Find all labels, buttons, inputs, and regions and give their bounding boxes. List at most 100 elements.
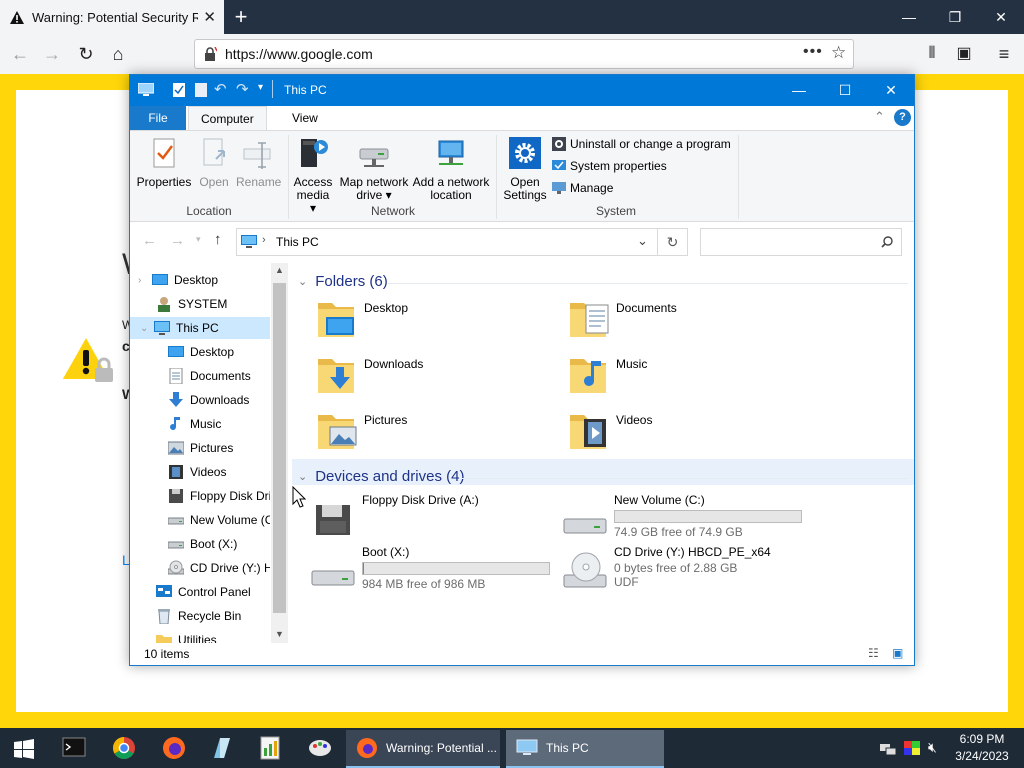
- close-button[interactable]: ✕: [868, 75, 914, 105]
- recent-locations-icon[interactable]: ▾: [196, 234, 201, 245]
- taskbar-firefox-button[interactable]: Warning: Potential ...: [346, 730, 500, 768]
- tab-computer[interactable]: Computer: [188, 106, 267, 131]
- firefox-icon[interactable]: [154, 732, 194, 764]
- explorer-titlebar[interactable]: ↶ ↷ ▾ This PC — ☐ ✕: [130, 75, 914, 106]
- nav-scroll-thumb[interactable]: [273, 283, 286, 613]
- collapse-chevron-icon[interactable]: ⌄: [298, 470, 307, 483]
- nav-item[interactable]: Boot (X:): [130, 533, 270, 555]
- color-tray-icon[interactable]: [904, 741, 920, 755]
- scroll-down-icon[interactable]: ▼: [275, 629, 284, 639]
- tab-view[interactable]: View: [280, 106, 330, 130]
- minimize-button[interactable]: —: [776, 75, 822, 105]
- folders-group-header[interactable]: ⌄ Folders (6): [298, 273, 388, 290]
- drive-item[interactable]: Floppy Disk Drive (A:): [310, 493, 479, 539]
- new-tab-button[interactable]: +: [230, 3, 252, 31]
- details-view-icon[interactable]: ☷: [868, 646, 879, 660]
- drive-item[interactable]: CD Drive (Y:) HBCD_PE_x64 0 bytes free of…: [562, 545, 771, 591]
- nav-item[interactable]: Utilities: [130, 629, 270, 643]
- large-icons-view-icon[interactable]: ▣: [892, 646, 903, 660]
- nav-item[interactable]: Videos: [130, 461, 270, 483]
- forward-icon[interactable]: →: [38, 40, 66, 68]
- help-icon[interactable]: ?: [894, 109, 911, 126]
- url-bar[interactable]: https://www.google.com ••• ☆: [194, 39, 854, 69]
- folder-item[interactable]: Desktop: [316, 297, 408, 341]
- new-folder-quick-icon[interactable]: [194, 83, 208, 97]
- nav-item[interactable]: › Desktop: [130, 269, 270, 291]
- nav-item[interactable]: Pictures: [130, 437, 270, 459]
- nav-item[interactable]: ⌄ This PC: [130, 317, 270, 339]
- collapse-ribbon-icon[interactable]: ⌃: [874, 109, 885, 125]
- bookmark-star-icon[interactable]: ☆: [831, 43, 846, 63]
- maximize-button[interactable]: ☐: [822, 75, 868, 105]
- page-actions-icon[interactable]: •••: [803, 43, 823, 61]
- forward-arrow-icon[interactable]: →: [170, 232, 185, 249]
- breadcrumb-chevron-icon[interactable]: ›: [262, 234, 266, 246]
- clock-date[interactable]: 3/24/2023: [952, 749, 1012, 763]
- browser-close-button[interactable]: ✕: [978, 0, 1024, 34]
- browser-tab[interactable]: Warning: Potential Security Risk Ahead ✕: [0, 0, 224, 34]
- browser-minimize-button[interactable]: —: [886, 0, 932, 34]
- collapse-chevron-icon[interactable]: ⌄: [298, 275, 307, 288]
- nav-item[interactable]: Floppy Disk Drive (A:): [130, 485, 270, 507]
- chrome-icon[interactable]: [104, 732, 144, 764]
- address-bar[interactable]: › This PC ⌄: [236, 228, 658, 256]
- system-properties-button[interactable]: System properties: [552, 159, 667, 173]
- nav-item[interactable]: Music: [130, 413, 270, 435]
- browser-restore-button[interactable]: ❐: [932, 0, 978, 34]
- folder-item[interactable]: Music: [568, 353, 647, 397]
- tab-file[interactable]: File: [130, 106, 186, 130]
- menu-icon[interactable]: ≡: [990, 40, 1018, 68]
- manage-button[interactable]: Manage: [552, 181, 613, 195]
- paint-app-icon[interactable]: [300, 732, 340, 764]
- back-icon[interactable]: ←: [6, 40, 34, 68]
- add-network-location-button[interactable]: Add a network location: [412, 137, 490, 202]
- start-windows-icon[interactable]: [14, 739, 34, 759]
- library-icon[interactable]: ⫴: [918, 40, 946, 68]
- folder-item[interactable]: Videos: [568, 409, 652, 453]
- open-settings-button[interactable]: Open Settings: [502, 137, 548, 202]
- nav-item[interactable]: Recycle Bin: [130, 605, 270, 627]
- nav-item[interactable]: Downloads: [130, 389, 270, 411]
- back-arrow-icon[interactable]: ←: [142, 232, 157, 249]
- up-arrow-icon[interactable]: ↑: [214, 231, 222, 248]
- nav-item[interactable]: SYSTEM: [130, 293, 270, 315]
- address-path[interactable]: This PC: [276, 235, 319, 249]
- uninstall-program-button[interactable]: Uninstall or change a program: [552, 137, 731, 151]
- terminal-icon[interactable]: [54, 732, 94, 764]
- folder-item[interactable]: Downloads: [316, 353, 423, 397]
- taskbar-explorer-button[interactable]: This PC: [506, 730, 664, 768]
- redo-icon[interactable]: ↷: [236, 80, 249, 98]
- drive-item[interactable]: New Volume (C:) 74.9 GB free of 74.9 GB: [562, 493, 802, 539]
- expand-chevron-icon[interactable]: ›: [138, 275, 152, 286]
- expand-chevron-icon[interactable]: ⌄: [140, 323, 154, 334]
- nav-item[interactable]: Documents: [130, 365, 270, 387]
- address-dropdown-icon[interactable]: ⌄: [637, 233, 648, 249]
- url-text[interactable]: https://www.google.com: [225, 46, 373, 62]
- refresh-icon[interactable]: ↻: [658, 228, 688, 256]
- rename-button[interactable]: Rename: [236, 137, 281, 189]
- folder-item[interactable]: Documents: [568, 297, 677, 341]
- nav-item[interactable]: Desktop: [130, 341, 270, 363]
- undo-icon[interactable]: ↶: [214, 80, 227, 98]
- map-network-drive-button[interactable]: Map network drive ▾: [336, 137, 412, 202]
- network-tray-icon[interactable]: [880, 742, 896, 756]
- scroll-up-icon[interactable]: ▲: [275, 265, 284, 275]
- properties-quick-icon[interactable]: [172, 83, 186, 97]
- app-icon[interactable]: [202, 732, 242, 764]
- volume-muted-icon[interactable]: 🔇︎: [928, 739, 937, 756]
- nav-item[interactable]: CD Drive (Y:) HBCD_PE_x64: [130, 557, 270, 579]
- customize-quick-access-icon[interactable]: ▾: [258, 82, 263, 93]
- home-icon[interactable]: ⌂: [104, 40, 132, 68]
- folder-item[interactable]: Pictures: [316, 409, 407, 453]
- drives-group-header[interactable]: ⌄ Devices and drives (4): [298, 468, 464, 485]
- close-tab-icon[interactable]: ✕: [203, 8, 216, 26]
- open-button[interactable]: Open: [196, 137, 232, 189]
- nav-item[interactable]: Control Panel: [130, 581, 270, 603]
- nav-item[interactable]: New Volume (C:): [130, 509, 270, 531]
- reload-icon[interactable]: ↻: [72, 40, 100, 68]
- properties-button[interactable]: Properties: [136, 137, 192, 189]
- sidebar-icon[interactable]: ▣: [950, 40, 978, 68]
- nav-scrollbar[interactable]: ▲ ▼: [271, 263, 288, 643]
- clock-time[interactable]: 6:09 PM: [952, 732, 1012, 746]
- drive-item[interactable]: Boot (X:) 984 MB free of 986 MB: [310, 545, 550, 591]
